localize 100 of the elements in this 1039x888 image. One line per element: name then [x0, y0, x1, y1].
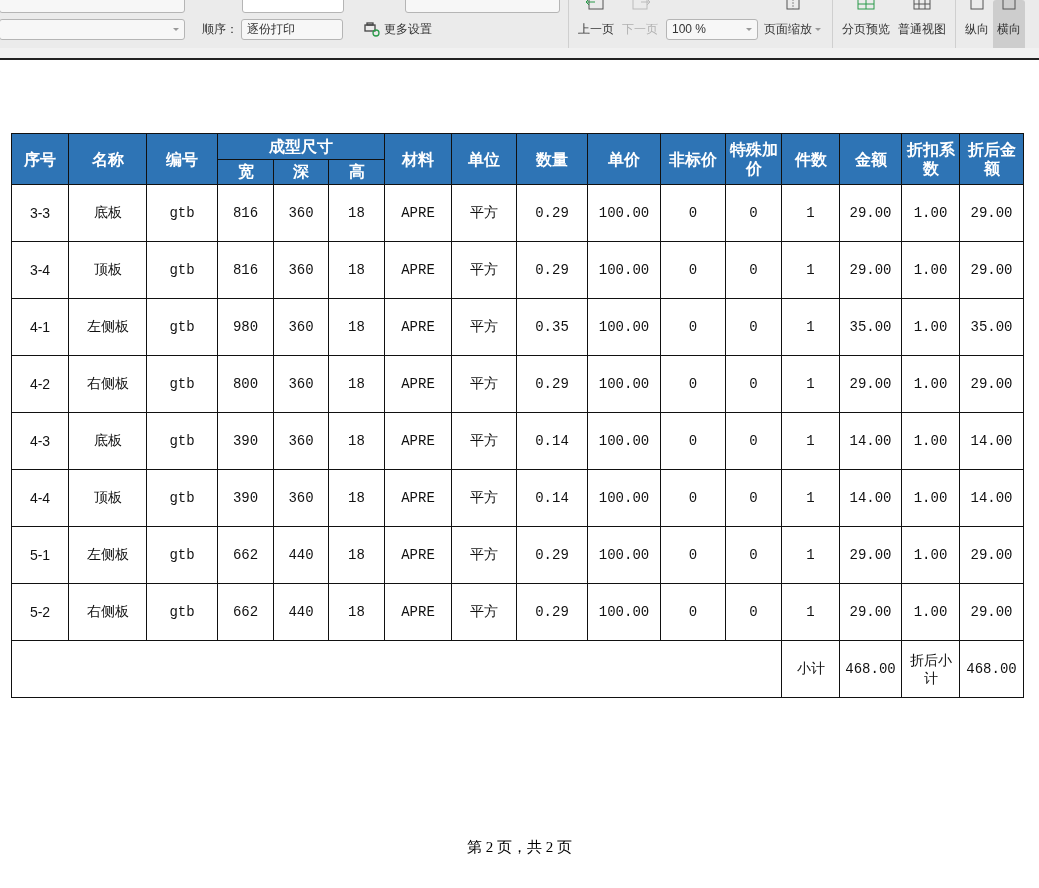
- previous-page-button[interactable]: 上一页: [574, 0, 618, 48]
- table-cell: gtb: [146, 469, 218, 527]
- table-cell: 0: [660, 355, 726, 413]
- table-cell: 18: [328, 298, 385, 356]
- table-cell: 0: [660, 469, 726, 527]
- page-break-preview-button[interactable]: 分页预览: [838, 0, 894, 48]
- table-cell: 1.00: [901, 469, 960, 527]
- table-cell: 29.00: [839, 355, 902, 413]
- portrait-button[interactable]: 纵向: [961, 0, 993, 48]
- column-header: 名称: [68, 133, 147, 185]
- column-header: 折后金额: [959, 133, 1024, 185]
- table-cell: 662: [217, 583, 274, 641]
- column-header: 单位: [451, 133, 517, 185]
- table-cell: 平方: [451, 526, 517, 584]
- table-cell: 662: [217, 526, 274, 584]
- table-cell: 0: [660, 241, 726, 299]
- column-header: 序号: [11, 133, 69, 185]
- table-cell: 100.00: [587, 355, 661, 413]
- paper-dropdown[interactable]: [0, 18, 185, 40]
- table-cell: 平方: [451, 469, 517, 527]
- table-cell: 29.00: [839, 526, 902, 584]
- table-cell: 980: [217, 298, 274, 356]
- order-dropdown[interactable]: 逐份打印: [241, 18, 343, 40]
- table-cell: 平方: [451, 412, 517, 470]
- more-settings-button[interactable]: 更多设置: [364, 20, 432, 38]
- landscape-button[interactable]: 横向: [993, 0, 1025, 48]
- table-cell: 29.00: [959, 355, 1024, 413]
- table-cell: APRE: [384, 469, 452, 527]
- table-cell: 14.00: [959, 412, 1024, 470]
- table-cell: 18: [328, 241, 385, 299]
- column-header: 成型尺寸: [217, 133, 385, 159]
- table-cell: APRE: [384, 298, 452, 356]
- table-cell: 0: [660, 526, 726, 584]
- table-cell: 0: [725, 298, 782, 356]
- table-cell: 1.00: [901, 184, 960, 242]
- normal-view-button[interactable]: 普通视图: [894, 0, 950, 48]
- table-cell: gtb: [146, 526, 218, 584]
- table-cell: 0.14: [516, 412, 588, 470]
- table-cell: 360: [273, 184, 329, 242]
- table-cell: 35.00: [839, 298, 902, 356]
- table-cell: 100.00: [587, 298, 661, 356]
- order-label: 顺序：: [202, 20, 239, 38]
- table-cell: 14.00: [959, 469, 1024, 527]
- table-cell: 5-1: [11, 526, 69, 584]
- table-cell: 18: [328, 469, 385, 527]
- table-cell: 29.00: [839, 241, 902, 299]
- table-cell: gtb: [146, 583, 218, 641]
- table-cell: 1: [781, 583, 840, 641]
- table-cell: APRE: [384, 526, 452, 584]
- table-cell: 1.00: [901, 298, 960, 356]
- column-header: 非标价: [660, 133, 726, 185]
- caret-icon: [173, 27, 179, 31]
- table-cell: 1: [781, 355, 840, 413]
- table-cell: 底板: [68, 412, 147, 470]
- table-cell: APRE: [384, 241, 452, 299]
- table-cell: 100.00: [587, 469, 661, 527]
- table-cell: 左侧板: [68, 526, 147, 584]
- table-cell: 0: [660, 412, 726, 470]
- table-cell: 18: [328, 526, 385, 584]
- table-cell: 1: [781, 184, 840, 242]
- column-header: 金额: [839, 133, 902, 185]
- table-cell: 底板: [68, 184, 147, 242]
- table-cell: 5-2: [11, 583, 69, 641]
- table-cell: 360: [273, 298, 329, 356]
- discounted-subtotal-amount: 468.00: [959, 640, 1024, 698]
- table-cell: 816: [217, 184, 274, 242]
- table-cell: 29.00: [959, 241, 1024, 299]
- table-cell: 100.00: [587, 241, 661, 299]
- table-cell: 0: [725, 526, 782, 584]
- table-cell: 29.00: [839, 583, 902, 641]
- table-cell: 0.14: [516, 469, 588, 527]
- column-header: 折扣系数: [901, 133, 960, 185]
- table-cell: 360: [273, 412, 329, 470]
- table-cell: 816: [217, 241, 274, 299]
- table-cell: 平方: [451, 583, 517, 641]
- table-cell: 4-2: [11, 355, 69, 413]
- table-cell: 平方: [451, 355, 517, 413]
- table-cell: 4-4: [11, 469, 69, 527]
- page-zoom-button[interactable]: 页面缩放: [760, 0, 825, 48]
- table-cell: 1.00: [901, 241, 960, 299]
- printer-gear-icon: [364, 21, 381, 37]
- table-cell: 29.00: [959, 526, 1024, 584]
- table-cell: 100.00: [587, 583, 661, 641]
- zoom-dropdown[interactable]: 100 %: [666, 18, 758, 40]
- table-cell: 0: [725, 583, 782, 641]
- table-cell: 100.00: [587, 526, 661, 584]
- table-cell: 440: [273, 526, 329, 584]
- table-cell: 左侧板: [68, 298, 147, 356]
- table-cell: 1.00: [901, 583, 960, 641]
- table-cell: 平方: [451, 184, 517, 242]
- subtotal-amount: 468.00: [839, 640, 902, 698]
- table-cell: 360: [273, 241, 329, 299]
- table-cell: 1: [781, 412, 840, 470]
- table-cell: 4-3: [11, 412, 69, 470]
- discounted-subtotal-label: 折后小计: [901, 640, 960, 698]
- caret-icon: [815, 28, 821, 32]
- table-cell: 1: [781, 298, 840, 356]
- table-cell: 29.00: [959, 184, 1024, 242]
- table-cell: 440: [273, 583, 329, 641]
- table-cell: 0: [725, 469, 782, 527]
